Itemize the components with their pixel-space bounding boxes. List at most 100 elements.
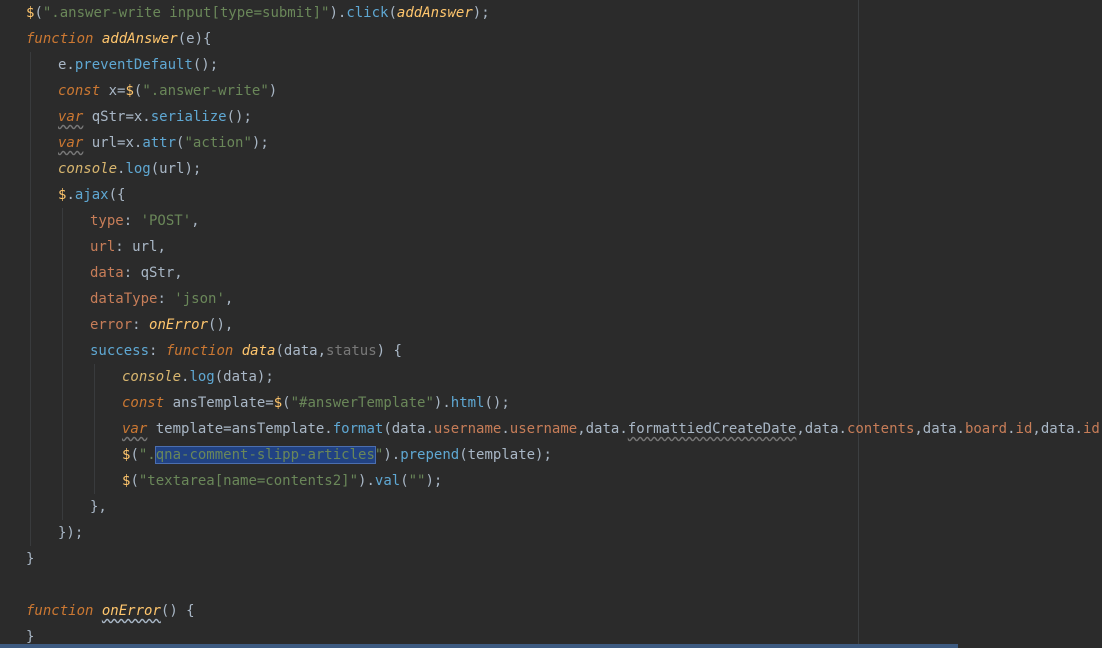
code-line: $(".qna-comment-slipp-articles").prepend…: [122, 442, 552, 468]
code-token: preventDefault: [74, 57, 193, 73]
code-line: function addAnswer(e){: [26, 26, 211, 52]
code-token: () {: [160, 603, 195, 619]
code-token: ajax: [74, 187, 109, 203]
code-token: :: [132, 317, 150, 333]
code-line: const ansTemplate=$("#answerTemplate").h…: [122, 390, 510, 416]
code-line: data: qStr,: [90, 260, 183, 286]
code-token: onError: [101, 603, 161, 619]
code-token: data: [241, 343, 276, 359]
code-token: dataType: [90, 291, 158, 307]
code-token: id: [1015, 421, 1033, 437]
code-editor[interactable]: $(".answer-write input[type=submit]").cl…: [0, 0, 1102, 648]
code-token: onError: [149, 317, 209, 333]
code-token: click: [346, 5, 389, 21]
code-token: const: [122, 395, 165, 411]
code-token: .: [1007, 421, 1016, 437]
horizontal-scrollbar[interactable]: [0, 644, 958, 648]
code-token: status: [326, 343, 377, 359]
code-token: error: [90, 317, 133, 333]
code-token: :: [123, 213, 141, 229]
code-token: var: [58, 109, 84, 125]
code-token: qStr=x.: [83, 109, 151, 125]
code-line: console.log(url);: [58, 156, 201, 182]
code-token: ) {: [376, 343, 402, 359]
code-token: }: [26, 629, 35, 645]
code-line: success: function data(data,status) {: [90, 338, 402, 364]
code-token: ({: [108, 187, 126, 203]
code-token: qna-comment-slipp-articles: [154, 446, 376, 464]
code-token: (e){: [177, 31, 212, 47]
code-token: ansTemplate=: [164, 395, 274, 411]
code-line: const x=$(".answer-write"): [58, 78, 277, 104]
code-token: "#answerTemplate": [290, 395, 434, 411]
code-token: contents: [846, 421, 915, 437]
code-token: (: [388, 5, 397, 21]
code-token: ".: [138, 447, 156, 463]
code-token: (: [282, 395, 291, 411]
code-token: 'json': [174, 291, 225, 307]
code-token: data: [90, 265, 124, 281]
code-token: }: [26, 551, 35, 567]
code-token: ,: [224, 291, 234, 307]
right-margin-guide: [858, 0, 859, 648]
code-token: (template);: [459, 447, 552, 463]
code-token: "textarea[name=contents2]": [138, 473, 359, 489]
code-token: const: [58, 83, 101, 99]
code-token: ).: [383, 447, 401, 463]
code-token: ();: [226, 109, 252, 125]
code-token: ).: [358, 473, 375, 489]
code-line: e.preventDefault();: [58, 52, 218, 78]
code-token: format: [332, 421, 384, 437]
code-token: type: [90, 213, 124, 229]
indent-guide: [30, 52, 31, 546]
code-line: console.log(data);: [122, 364, 274, 390]
code-token: formattiedCreateDate: [627, 421, 797, 437]
code-token: "action": [184, 135, 252, 151]
code-token: console: [122, 369, 182, 385]
code-line: dataType: 'json',: [90, 286, 233, 312]
indent-guide: [62, 208, 63, 520]
code-line: type: 'POST',: [90, 208, 200, 234]
code-token: 'POST': [140, 213, 192, 229]
code-token: (: [130, 473, 139, 489]
code-token: ).: [433, 395, 451, 411]
code-token: var: [58, 135, 84, 151]
code-token: (: [34, 5, 43, 21]
code-token: serialize: [150, 109, 227, 125]
code-line: },: [90, 494, 107, 520]
code-token: attr: [142, 135, 177, 151]
code-token: function: [26, 31, 94, 47]
code-line: $.ajax({: [58, 182, 125, 208]
code-token: function: [165, 343, 234, 359]
code-token: ();: [484, 395, 510, 411]
code-token: },: [90, 499, 107, 515]
code-token: log: [125, 161, 151, 177]
code-token: var: [122, 421, 148, 437]
code-token: "": [408, 473, 426, 489]
code-token: );: [251, 135, 269, 151]
code-token: :: [149, 343, 166, 359]
code-token: val: [374, 473, 401, 489]
code-line: var qStr=x.serialize();: [58, 104, 252, 130]
code-token: });: [58, 525, 84, 541]
code-token: : qStr,: [123, 265, 183, 281]
code-line: function onError() {: [26, 598, 195, 624]
code-token: );: [425, 473, 443, 489]
code-token: ,: [191, 213, 200, 229]
code-token: (data);: [214, 369, 274, 385]
code-line: }: [26, 546, 34, 572]
code-token: : url,: [115, 239, 166, 255]
code-line: });: [58, 520, 83, 546]
code-token: ".answer-write": [142, 83, 269, 99]
code-token: function: [26, 603, 94, 619]
code-token: html: [450, 395, 485, 411]
code-token: ,data.: [1032, 421, 1083, 437]
code-line: var template=ansTemplate.format(data.use…: [122, 416, 1102, 442]
code-line: url: url,: [90, 234, 166, 260]
code-line: $("textarea[name=contents2]").val("");: [122, 468, 442, 494]
code-token: (: [130, 447, 139, 463]
code-line: var url=x.attr("action");: [58, 130, 269, 156]
code-line: $(".answer-write input[type=submit]").cl…: [26, 0, 490, 26]
